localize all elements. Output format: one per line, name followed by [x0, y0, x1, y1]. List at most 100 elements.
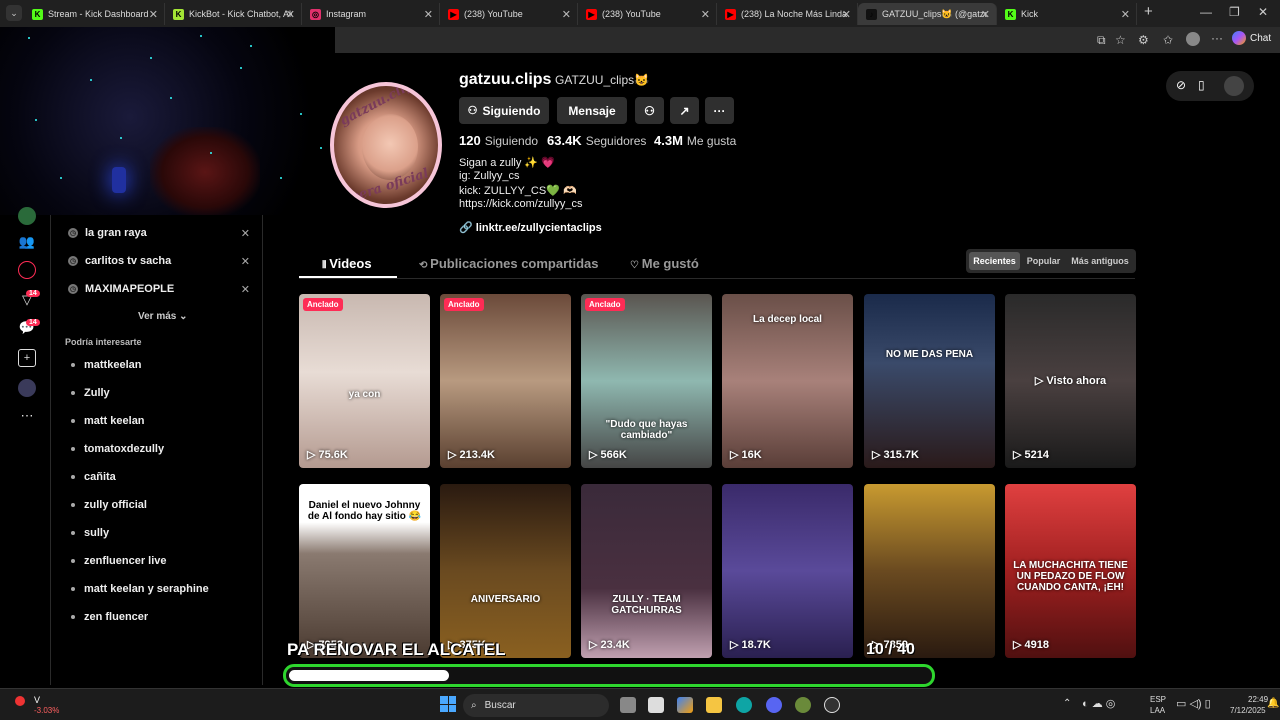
video-thumbnail[interactable]: Anclado ya con ▷ 75.6K: [299, 294, 430, 468]
sort-toggle: Recientes Popular Más antiguos: [966, 249, 1136, 273]
suggestion-item[interactable]: matt keelan: [71, 415, 145, 427]
favorites-icon[interactable]: ✩: [1163, 33, 1173, 47]
network-volume-icons[interactable]: ▭ ◁) ▯: [1176, 697, 1211, 710]
browser-tab[interactable]: K Stream - Kick Dashboard ✕: [24, 3, 165, 25]
taskbar-search[interactable]: ⌕ Buscar: [463, 694, 609, 717]
browser-tab[interactable]: ◎ Instagram ✕: [302, 3, 440, 25]
video-thumbnail[interactable]: Daniel el nuevo Johnny de Al fondo hay s…: [299, 484, 430, 658]
upload-icon[interactable]: +: [18, 349, 36, 367]
video-thumbnail[interactable]: Anclado "Dudo que hayas cambiado" ▷ 566K: [581, 294, 712, 468]
edge-icon[interactable]: [736, 697, 752, 713]
remove-history-icon[interactable]: ✕: [241, 227, 250, 240]
open-in-app-icon[interactable]: ⧉: [1097, 33, 1106, 48]
video-thumbnail[interactable]: ▷ 18.7K: [722, 484, 853, 658]
browser-tab[interactable]: ▶ (238) YouTube ✕: [440, 3, 578, 25]
discord-icon[interactable]: [766, 697, 782, 713]
browser-tab[interactable]: ▶ (238) YouTube ✕: [578, 3, 717, 25]
suggestion-item[interactable]: Zully: [71, 387, 110, 399]
copilot-app-icon[interactable]: [677, 697, 693, 713]
clock-time[interactable]: 22:49: [1248, 695, 1268, 704]
new-tab-button[interactable]: +: [1144, 3, 1153, 20]
sort-oldest-button[interactable]: Más antiguos: [1067, 252, 1133, 270]
clock-date[interactable]: 7/12/2025: [1230, 706, 1266, 715]
remove-history-icon[interactable]: ✕: [241, 255, 250, 268]
close-tab-icon[interactable]: ✕: [286, 8, 295, 21]
tab-reposts[interactable]: ⟲ Publicaciones compartidas: [419, 256, 599, 271]
more-button[interactable]: ···: [705, 97, 734, 124]
following-button[interactable]: ⚇ Siguiendo: [459, 97, 549, 124]
search-history-item[interactable]: ◷ la gran raya ✕: [68, 223, 258, 243]
see-more-button[interactable]: Ver más ⌄: [138, 311, 188, 322]
compass-icon[interactable]: ⊘: [1176, 78, 1186, 92]
language-bottom[interactable]: LAA: [1150, 706, 1165, 715]
video-thumbnail[interactable]: LA MUCHACHITA TIENE UN PEDAZO DE FLOW CU…: [1005, 484, 1136, 658]
tab-liked[interactable]: ♡ Me gustó: [630, 256, 699, 271]
minimize-button[interactable]: —: [1200, 5, 1212, 19]
copilot-chat-button[interactable]: Chat: [1232, 31, 1271, 45]
start-button[interactable]: [440, 696, 456, 712]
app-icon[interactable]: [795, 697, 811, 713]
suggestion-item[interactable]: mattkeelan: [71, 359, 141, 371]
search-history-item[interactable]: ◷ MAXIMAPEOPLE ✕: [68, 279, 258, 299]
more-menu-icon[interactable]: ···: [1211, 31, 1223, 45]
video-thumbnail[interactable]: NO ME DAS PENA ▷ 315.7K: [864, 294, 995, 468]
close-tab-icon[interactable]: ✕: [842, 8, 851, 21]
close-tab-icon[interactable]: ✕: [424, 8, 433, 21]
suggestion-item[interactable]: sully: [71, 527, 109, 539]
browser-tab[interactable]: K Kick ✕: [997, 3, 1137, 25]
suggestion-item[interactable]: cañita: [71, 471, 116, 483]
extensions-icon[interactable]: ⚙: [1138, 33, 1149, 47]
user-profile-icon[interactable]: [18, 379, 36, 397]
device-icon[interactable]: ▯: [1198, 78, 1205, 92]
favorite-star-icon[interactable]: ☆: [1115, 33, 1126, 47]
video-thumbnail[interactable]: ▷ 7859: [864, 484, 995, 658]
tray-chevron-icon[interactable]: ⌃: [1063, 698, 1071, 709]
close-tab-icon[interactable]: ✕: [981, 8, 990, 21]
video-thumbnail[interactable]: La decep local ▷ 16K: [722, 294, 853, 468]
video-thumbnail[interactable]: ▷ Visto ahora ▷ 5214: [1005, 294, 1136, 468]
browser-tab[interactable]: K KickBot - Kick Chatbot, Alerts✕: [165, 3, 302, 25]
share-button[interactable]: ↗: [670, 97, 699, 124]
tray-apps-icon[interactable]: ◐ ☁ ◎: [1082, 697, 1115, 710]
message-button[interactable]: Mensaje: [557, 97, 627, 124]
language-top[interactable]: ESP: [1150, 695, 1166, 704]
file-explorer-icon[interactable]: [706, 697, 722, 713]
maximize-button[interactable]: ❐: [1229, 5, 1240, 19]
user-avatar-icon[interactable]: [1224, 76, 1244, 96]
close-tab-icon[interactable]: ✕: [701, 8, 710, 21]
close-tab-icon[interactable]: ✕: [562, 8, 571, 21]
following-icon[interactable]: 👥: [18, 233, 36, 251]
store-icon[interactable]: [648, 697, 664, 713]
close-window-button[interactable]: ✕: [1258, 5, 1268, 19]
followers-stat[interactable]: 63.4K Seguidores: [547, 133, 646, 148]
close-tab-icon[interactable]: ✕: [149, 8, 158, 21]
task-view-icon[interactable]: [620, 697, 636, 713]
suggestion-item[interactable]: tomatoxdezully: [71, 443, 164, 455]
sort-popular-button[interactable]: Popular: [1022, 252, 1065, 270]
video-thumbnail[interactable]: ANIVERSARIO ▷ 375K: [440, 484, 571, 658]
suggestion-item[interactable]: matt keelan y seraphine: [71, 583, 209, 595]
video-thumbnail[interactable]: Anclado ▷ 213.4K: [440, 294, 571, 468]
tab-list-icon[interactable]: ⌄: [6, 5, 22, 21]
video-thumbnail[interactable]: ZULLY · TEAM GATCHURRAS ▷ 23.4K: [581, 484, 712, 658]
sort-recent-button[interactable]: Recientes: [969, 252, 1020, 270]
notification-bell-icon[interactable]: 🔔: [1267, 698, 1279, 709]
suggestion-item[interactable]: zenfluencer live: [71, 555, 167, 567]
live-icon[interactable]: [18, 261, 36, 279]
more-options-icon[interactable]: ⋯: [18, 407, 36, 425]
profile-avatar-icon[interactable]: [18, 207, 36, 225]
following-stat[interactable]: 120 Siguiendo: [459, 133, 538, 148]
browser-tab[interactable]: ♪ GATZUU_clips😺 (@gatzuu ✕: [858, 3, 997, 25]
obs-icon[interactable]: [824, 697, 840, 713]
tab-videos[interactable]: ⦀ Videos: [322, 256, 372, 271]
bio-link[interactable]: 🔗 linktr.ee/zullycientaclips: [459, 221, 602, 234]
close-tab-icon[interactable]: ✕: [1121, 8, 1130, 21]
suggestion-item[interactable]: zully official: [71, 499, 147, 511]
remove-history-icon[interactable]: ✕: [241, 283, 250, 296]
stock-widget[interactable]: V -3.03%: [15, 693, 65, 717]
suggest-accounts-button[interactable]: ⚇: [635, 97, 664, 124]
search-history-item[interactable]: ◷ carlitos tv sacha ✕: [68, 251, 258, 271]
suggestion-item[interactable]: zen fluencer: [71, 611, 148, 623]
collections-icon[interactable]: [1186, 32, 1200, 46]
browser-tab[interactable]: ▶ (238) La Noche Más Linda - ✕: [717, 3, 858, 25]
